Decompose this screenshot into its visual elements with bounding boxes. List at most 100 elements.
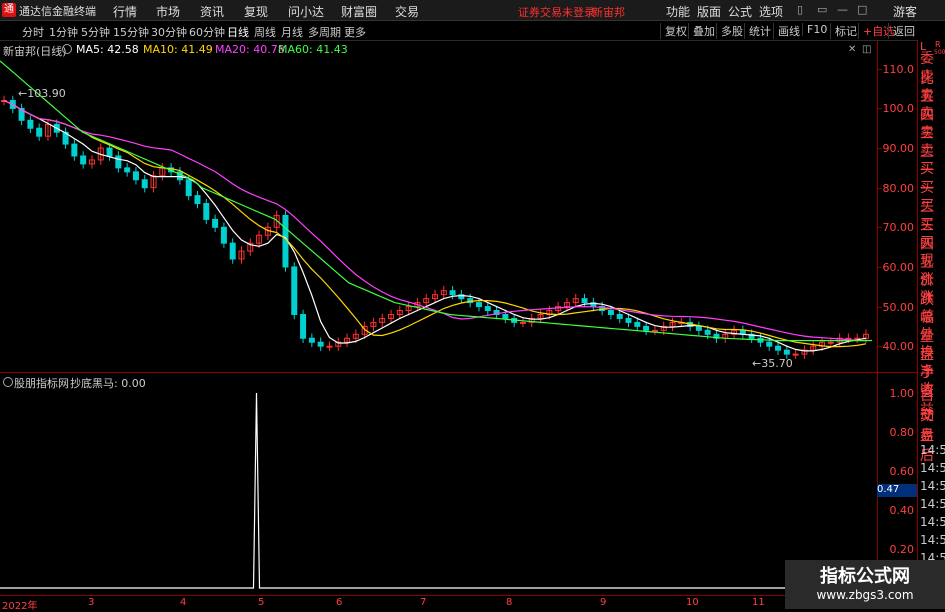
candle-body bbox=[36, 127, 43, 137]
button-multi-stock[interactable]: 多股 bbox=[716, 23, 747, 39]
period-15min[interactable]: 15分钟 bbox=[113, 24, 149, 40]
settings-icon[interactable] bbox=[62, 44, 72, 54]
date-tick: 7 bbox=[420, 597, 427, 608]
date-tick: 9 bbox=[600, 597, 607, 608]
period-30min[interactable]: 30分钟 bbox=[151, 24, 187, 40]
guest-label[interactable]: 游客 bbox=[893, 3, 917, 20]
watermark: 指标公式网 www.zbgs3.com bbox=[785, 560, 945, 609]
menu-layout[interactable]: 版面 bbox=[697, 3, 721, 20]
panel-time: 14:5 bbox=[920, 443, 945, 457]
restore-icon[interactable]: ▭ bbox=[817, 3, 827, 16]
period-5min[interactable]: 5分钟 bbox=[81, 24, 110, 40]
button-overlay[interactable]: 叠加 bbox=[688, 23, 719, 39]
candle-body bbox=[220, 226, 227, 244]
menu-options[interactable]: 选项 bbox=[759, 3, 783, 20]
price-tick: 90.00 bbox=[882, 142, 915, 156]
candle-body bbox=[326, 345, 333, 348]
candle-body bbox=[185, 179, 192, 197]
candle-body bbox=[115, 155, 122, 169]
candle-body bbox=[194, 195, 201, 205]
indicator-tick: 0.80 bbox=[889, 426, 915, 439]
price-tick: 50.00 bbox=[882, 300, 915, 314]
login-warning[interactable]: 证券交易未登录 bbox=[518, 4, 595, 20]
price-tick: 40.00 bbox=[882, 340, 915, 354]
candle-body bbox=[625, 317, 632, 323]
candle-body bbox=[475, 302, 482, 308]
candle-body bbox=[203, 203, 210, 220]
date-tick: 8 bbox=[506, 597, 513, 608]
candle-body bbox=[212, 218, 219, 228]
menu-fortune[interactable]: 财富圈 bbox=[341, 3, 377, 20]
low-label: ←35.70 bbox=[752, 357, 793, 370]
menu-trade[interactable]: 交易 bbox=[395, 3, 419, 20]
date-tick: 4 bbox=[180, 597, 187, 608]
period-daily[interactable]: 日线 bbox=[227, 24, 249, 40]
panel-time: 14:5 bbox=[920, 515, 945, 529]
candle-body bbox=[124, 167, 131, 173]
candle-body bbox=[106, 147, 113, 157]
button-adjust[interactable]: 复权 bbox=[660, 23, 691, 39]
indicator-current-value: 0.47 bbox=[877, 484, 917, 497]
candle-body bbox=[317, 341, 324, 347]
menu-market[interactable]: 市场 bbox=[156, 3, 180, 20]
period-weekly[interactable]: 周线 bbox=[254, 24, 276, 40]
price-tick-mark bbox=[878, 227, 882, 229]
candle-body bbox=[291, 266, 298, 315]
button-mark[interactable]: 标记 bbox=[830, 23, 861, 39]
candle-body bbox=[80, 155, 87, 165]
candle-body bbox=[643, 325, 650, 331]
date-tick: 6 bbox=[336, 597, 343, 608]
app-logo-icon: 通 bbox=[2, 3, 16, 17]
candle-body bbox=[519, 321, 526, 324]
date-tick: 3 bbox=[88, 597, 95, 608]
price-tick: 100.0 bbox=[882, 102, 915, 116]
price-tick-mark bbox=[878, 108, 882, 110]
price-tick-mark bbox=[878, 266, 882, 268]
period-1min[interactable]: 1分钟 bbox=[49, 24, 78, 40]
panel-time: 14:5 bbox=[920, 497, 945, 511]
candle-body bbox=[71, 143, 78, 157]
menu-news[interactable]: 资讯 bbox=[200, 3, 224, 20]
price-tick-mark bbox=[878, 346, 882, 348]
price-tick: 80.00 bbox=[882, 181, 915, 195]
panel-time: 14:5 bbox=[920, 533, 945, 547]
menu-wenxiaoda[interactable]: 问小达 bbox=[288, 3, 324, 20]
period-60min[interactable]: 60分钟 bbox=[189, 24, 225, 40]
ma20-line bbox=[3, 99, 867, 342]
candle-body bbox=[616, 313, 623, 319]
candle-body bbox=[827, 341, 834, 344]
indicator-line bbox=[0, 392, 872, 589]
indicator-tick: 0.40 bbox=[889, 504, 915, 517]
indicator-chart[interactable] bbox=[0, 385, 877, 592]
candle-body bbox=[766, 341, 773, 347]
button-draw[interactable]: 画线 bbox=[773, 23, 804, 39]
button-stats[interactable]: 统计 bbox=[744, 23, 775, 39]
app-title: 通达信金融终端 bbox=[19, 5, 96, 18]
candle-body bbox=[607, 310, 614, 315]
period-more[interactable]: 更多 bbox=[344, 24, 366, 40]
panel-time: 14:5 bbox=[920, 479, 945, 493]
watermark-url: www.zbgs3.com bbox=[816, 588, 914, 602]
maximize-icon[interactable]: □ bbox=[857, 3, 867, 16]
period-monthly[interactable]: 月线 bbox=[281, 24, 303, 40]
button-f10[interactable]: F10 bbox=[802, 23, 831, 36]
price-tick-mark bbox=[878, 68, 882, 70]
chart-expand-icon[interactable]: ◫ bbox=[862, 44, 871, 55]
phone-icon[interactable]: ▯ bbox=[797, 3, 803, 16]
chart-close-icon[interactable]: ✕ bbox=[848, 44, 856, 55]
period-intraday[interactable]: 分时 bbox=[22, 24, 44, 40]
menu-function[interactable]: 功能 bbox=[666, 3, 690, 20]
menu-quotes[interactable]: 行情 bbox=[113, 3, 137, 20]
minimize-icon[interactable]: — bbox=[837, 3, 848, 16]
menu-formula[interactable]: 公式 bbox=[728, 3, 752, 20]
candle-body bbox=[581, 298, 588, 304]
menu-replay[interactable]: 复现 bbox=[244, 3, 268, 20]
candle-body bbox=[792, 353, 799, 356]
period-multi[interactable]: 多周期 bbox=[308, 24, 341, 40]
button-back[interactable]: 返回 bbox=[888, 23, 919, 39]
candle-body bbox=[783, 349, 790, 355]
main-price-chart[interactable]: ←103.90 ←35.70 bbox=[0, 55, 877, 372]
candle-body bbox=[704, 329, 711, 335]
candle-body bbox=[775, 345, 782, 351]
quote-panel: L R 500 委比 卖五 卖四 卖三 卖二 卖一 买一 买二 买三 买四 买五 现价 涨跌 涨幅 总量 外盘… bbox=[917, 40, 945, 609]
